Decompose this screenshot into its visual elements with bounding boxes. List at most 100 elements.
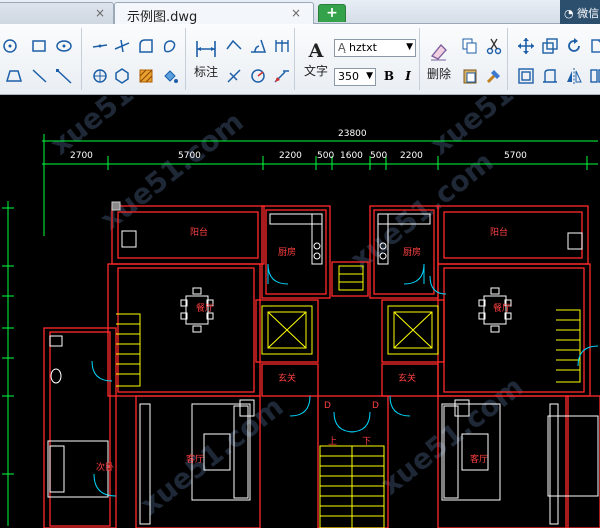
floor-plan: xue51.com xue51.com xue51.com xue51.com … <box>2 96 600 528</box>
wechat-label: 微信 <box>577 7 600 20</box>
draw-ellipse-icon[interactable] <box>54 36 74 56</box>
ribbon-toolbar: 标注 A 文字 Ą hztxt ▼ 350 ▼ B I 删除 <box>0 24 600 95</box>
font-name-value: hztxt <box>349 41 377 54</box>
font-name-select[interactable]: Ą hztxt ▼ <box>334 39 416 57</box>
copy-icon[interactable] <box>460 36 480 56</box>
close-tab-icon[interactable]: × <box>291 6 301 20</box>
dimension-lines <box>2 134 598 526</box>
text-tool[interactable]: A 文字 <box>302 40 330 79</box>
eraser-icon <box>430 44 447 61</box>
draw-trapezoid-icon[interactable] <box>4 66 24 86</box>
chevron-down-icon: ▼ <box>366 71 373 81</box>
dimension-label: 1600 <box>340 151 363 161</box>
room-label-kitchen: 厨房 <box>278 246 296 258</box>
radius-dimension-icon[interactable] <box>248 66 268 86</box>
trim-icon[interactable] <box>112 36 132 56</box>
wechat-icon: ◔ <box>564 7 574 20</box>
hatch-icon[interactable] <box>136 66 156 86</box>
room-label-balcony: 阳台 <box>190 226 208 238</box>
scale-icon[interactable] <box>540 36 560 56</box>
new-tab-button[interactable]: + <box>318 4 346 22</box>
draw-ray-icon[interactable] <box>30 66 50 86</box>
delete-tool[interactable]: 删除 <box>424 40 454 82</box>
move-icon[interactable] <box>516 36 536 56</box>
edit-group: 删除 <box>424 28 508 90</box>
room-label-entry: 玄关 <box>398 372 416 384</box>
draw-rectangle-icon[interactable] <box>29 36 49 56</box>
baseline-dimension-icon[interactable] <box>272 36 292 56</box>
paste-icon[interactable] <box>460 66 480 86</box>
line-icon[interactable] <box>90 36 110 56</box>
mirror-icon[interactable] <box>564 66 584 86</box>
wechat-login-button[interactable]: ◔ 微信 <box>560 0 600 24</box>
annotate-group: 标注 <box>190 28 295 90</box>
room-label-entry: 玄关 <box>278 372 296 384</box>
selection-grip[interactable] <box>111 201 121 211</box>
dimension-label: 5700 <box>504 151 527 161</box>
dimension-label: 2200 <box>400 151 423 161</box>
annotate-label: 标注 <box>193 65 218 79</box>
fillet-icon[interactable] <box>136 36 156 56</box>
watermark-text: xue51.com <box>134 390 290 522</box>
match-properties-icon[interactable] <box>484 66 504 86</box>
cut-icon[interactable] <box>484 36 504 56</box>
tab-active-document[interactable]: 示例图.dwg × <box>114 2 314 25</box>
watermark-text: xue51.com <box>344 145 500 277</box>
rotate-icon[interactable] <box>564 36 584 56</box>
array-icon[interactable] <box>90 66 110 86</box>
dimension-tool[interactable]: 标注 <box>193 38 219 80</box>
room-label-dining: 餐厅 <box>493 302 511 314</box>
document-tab-bar: × 示例图.dwg × + ◔ 微信 <box>0 0 600 25</box>
stretch-icon[interactable] <box>588 36 600 56</box>
watermark-text: xue51.com <box>374 370 530 502</box>
lasso-icon[interactable] <box>160 36 180 56</box>
draw-circle-icon[interactable] <box>0 36 20 56</box>
explode-icon[interactable] <box>588 66 600 86</box>
linear-dimension-icon <box>196 41 216 57</box>
door-tag: D <box>372 401 379 411</box>
tab-previous-document[interactable]: × <box>0 2 114 24</box>
draw-group <box>0 28 82 90</box>
overall-dimension: 23800 <box>338 129 367 139</box>
text-a-icon: A <box>308 40 324 62</box>
room-label-balcony: 阳台 <box>490 226 508 238</box>
room-label-dining: 餐厅 <box>196 302 214 314</box>
text-label: 文字 <box>303 64 328 78</box>
close-tab-icon[interactable]: × <box>95 6 105 20</box>
chevron-down-icon: ▼ <box>406 42 413 52</box>
room-label-living: 客厅 <box>186 453 204 465</box>
aligned-dimension-icon[interactable] <box>224 36 244 56</box>
room-label-bedroom: 次卧 <box>96 461 114 473</box>
room-label-kitchen: 厨房 <box>403 246 421 258</box>
dimension-label: 5700 <box>178 151 201 161</box>
italic-button[interactable]: I <box>399 68 417 86</box>
polygon-icon[interactable] <box>112 66 132 86</box>
draw-xline-icon[interactable] <box>54 66 74 86</box>
angular-dimension-icon[interactable] <box>248 36 268 56</box>
stair-up-label: 上 <box>328 436 337 447</box>
font-size-value: 350 <box>338 70 359 83</box>
font-size-select[interactable]: 350 ▼ <box>334 68 376 86</box>
font-a-icon: Ą <box>338 41 350 54</box>
modify-group <box>88 28 186 90</box>
dimension-label: 500 <box>317 151 334 161</box>
leader-icon[interactable] <box>272 66 292 86</box>
drawing-canvas[interactable]: xue51.com xue51.com xue51.com xue51.com … <box>0 96 600 528</box>
extend-icon[interactable] <box>540 66 560 86</box>
fill-bucket-icon[interactable] <box>160 66 180 86</box>
doors <box>91 263 599 497</box>
text-group: A 文字 Ą hztxt ▼ 350 ▼ B I <box>300 28 420 90</box>
transform-group <box>512 28 600 90</box>
watermark-text: xue51.com <box>424 96 580 162</box>
door-tag: D <box>324 401 331 411</box>
stair-down-label: 下 <box>362 437 371 447</box>
dimension-label: 2200 <box>279 151 302 161</box>
furniture <box>47 213 599 525</box>
offset-icon[interactable] <box>516 66 536 86</box>
ordinate-dimension-icon[interactable] <box>224 66 244 86</box>
bold-button[interactable]: B <box>380 68 398 86</box>
dimension-label: 2700 <box>70 151 93 161</box>
delete-label: 删除 <box>426 67 451 81</box>
tab-label: 示例图.dwg <box>127 10 198 25</box>
watermark-text: xue51.com <box>94 105 250 237</box>
